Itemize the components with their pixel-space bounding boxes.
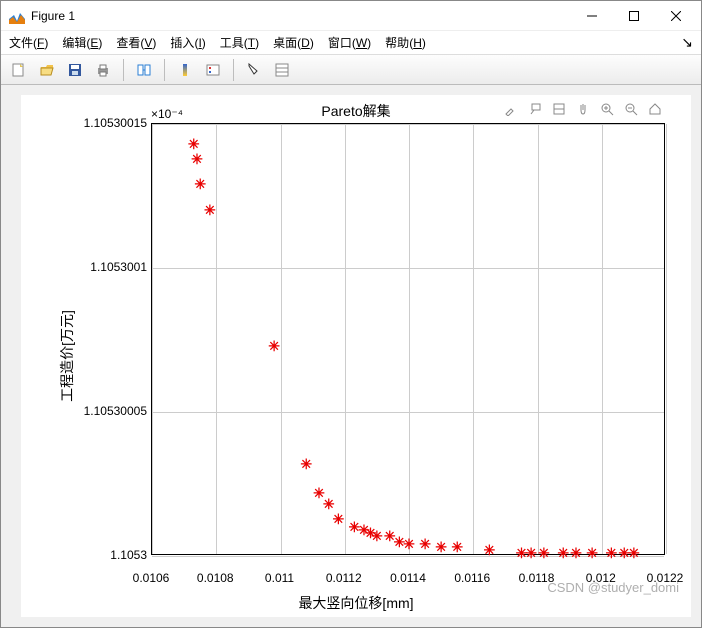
edit-plot-button[interactable] xyxy=(242,58,266,82)
x-tick-label: 0.0116 xyxy=(454,571,490,585)
menu-edit[interactable]: 编辑(E) xyxy=(62,34,102,51)
y-axis-label: 工程造价[万元] xyxy=(57,310,77,402)
gridline xyxy=(409,124,410,554)
y-tick-label: 1.10530015 xyxy=(84,116,147,130)
save-button[interactable] xyxy=(63,58,87,82)
data-point[interactable]: ✳ xyxy=(371,530,383,542)
gridline xyxy=(152,124,664,125)
menu-view[interactable]: 查看(V) xyxy=(116,34,156,51)
window-maximize-button[interactable] xyxy=(613,2,655,30)
data-point[interactable]: ✳ xyxy=(538,547,550,559)
rotate-icon[interactable] xyxy=(551,101,567,117)
gridline xyxy=(538,124,539,554)
menu-window[interactable]: 窗口(W) xyxy=(328,34,371,51)
gridline xyxy=(152,412,664,413)
data-point[interactable]: ✳ xyxy=(557,547,569,559)
data-point[interactable]: ✳ xyxy=(435,541,447,553)
data-point[interactable]: ✳ xyxy=(194,178,206,190)
restore-view-icon[interactable] xyxy=(647,101,663,117)
datatip-icon[interactable] xyxy=(527,101,543,117)
data-point[interactable]: ✳ xyxy=(300,458,312,470)
x-tick-label: 0.011 xyxy=(265,571,294,585)
menubar-overflow-icon[interactable]: ↘ xyxy=(681,34,693,51)
y-tick-label: 1.10530005 xyxy=(84,404,147,418)
gridline xyxy=(345,124,346,554)
menu-tools[interactable]: 工具(T) xyxy=(220,34,259,51)
data-point[interactable]: ✳ xyxy=(570,547,582,559)
insert-colorbar-button[interactable] xyxy=(173,58,197,82)
data-point[interactable]: ✳ xyxy=(332,513,344,525)
figure-canvas: Pareto解集 ×10⁻⁴ ✳✳✳✳✳✳✳✳✳✳✳✳✳✳✳✳✳✳✳✳✳✳✳✳✳… xyxy=(1,85,701,627)
open-button[interactable] xyxy=(35,58,59,82)
window-close-button[interactable] xyxy=(655,2,697,30)
menu-desktop[interactable]: 桌面(D) xyxy=(273,34,314,51)
data-point[interactable]: ✳ xyxy=(268,340,280,352)
data-point[interactable]: ✳ xyxy=(403,538,415,550)
gridline xyxy=(473,124,474,554)
gridline xyxy=(152,268,664,269)
pan-icon[interactable] xyxy=(575,101,591,117)
insert-legend-button[interactable] xyxy=(201,58,225,82)
y-tick-label: 1.1053 xyxy=(110,548,147,562)
toolbar-separator xyxy=(233,59,234,81)
brush-icon[interactable] xyxy=(503,101,519,117)
menu-file[interactable]: 文件(F) xyxy=(9,34,48,51)
data-point[interactable]: ✳ xyxy=(204,204,216,216)
x-tick-label: 0.0108 xyxy=(197,571,234,585)
gridline xyxy=(602,124,603,554)
x-tick-label: 0.0118 xyxy=(519,571,555,585)
data-point[interactable]: ✳ xyxy=(323,498,335,510)
zoom-out-icon[interactable] xyxy=(623,101,639,117)
menu-help[interactable]: 帮助(H) xyxy=(385,34,426,51)
menu-insert[interactable]: 插入(I) xyxy=(170,34,205,51)
menubar: 文件(F) 编辑(E) 查看(V) 插入(I) 工具(T) 桌面(D) 窗口(W… xyxy=(1,31,701,55)
window-minimize-button[interactable] xyxy=(571,2,613,30)
zoom-in-icon[interactable] xyxy=(599,101,615,117)
new-figure-button[interactable] xyxy=(7,58,31,82)
data-point[interactable]: ✳ xyxy=(586,547,598,559)
link-plots-button[interactable] xyxy=(132,58,156,82)
data-point[interactable]: ✳ xyxy=(419,538,431,550)
data-point[interactable]: ✳ xyxy=(525,547,537,559)
app-icon xyxy=(9,8,25,24)
y-tick-label: 1.1053001 xyxy=(90,260,147,274)
axes-container: Pareto解集 ×10⁻⁴ ✳✳✳✳✳✳✳✳✳✳✳✳✳✳✳✳✳✳✳✳✳✳✳✳✳… xyxy=(21,95,691,617)
window-titlebar: Figure 1 xyxy=(1,1,701,31)
data-point[interactable]: ✳ xyxy=(451,541,463,553)
window-title: Figure 1 xyxy=(31,9,571,23)
gridline xyxy=(152,124,153,554)
data-point[interactable]: ✳ xyxy=(188,138,200,150)
x-tick-label: 0.0114 xyxy=(390,571,426,585)
x-tick-label: 0.0112 xyxy=(326,571,362,585)
toolbar-separator xyxy=(164,59,165,81)
data-point[interactable]: ✳ xyxy=(191,153,203,165)
y-axis-exponent: ×10⁻⁴ xyxy=(151,107,183,121)
data-point[interactable]: ✳ xyxy=(605,547,617,559)
toolbar xyxy=(1,55,701,85)
x-tick-label: 0.0106 xyxy=(133,571,170,585)
open-property-inspector-button[interactable] xyxy=(270,58,294,82)
x-axis-label: 最大竖向位移[mm] xyxy=(21,593,691,613)
x-tick-label: 0.0122 xyxy=(647,571,684,585)
axes-toolbar xyxy=(503,101,663,117)
toolbar-separator xyxy=(123,59,124,81)
gridline xyxy=(281,124,282,554)
gridline xyxy=(666,124,667,554)
gridline xyxy=(216,124,217,554)
plot-area[interactable]: ✳✳✳✳✳✳✳✳✳✳✳✳✳✳✳✳✳✳✳✳✳✳✳✳✳✳✳✳✳ xyxy=(151,123,665,555)
x-tick-label: 0.012 xyxy=(586,571,616,585)
print-button[interactable] xyxy=(91,58,115,82)
data-point[interactable]: ✳ xyxy=(483,544,495,556)
data-point[interactable]: ✳ xyxy=(628,547,640,559)
